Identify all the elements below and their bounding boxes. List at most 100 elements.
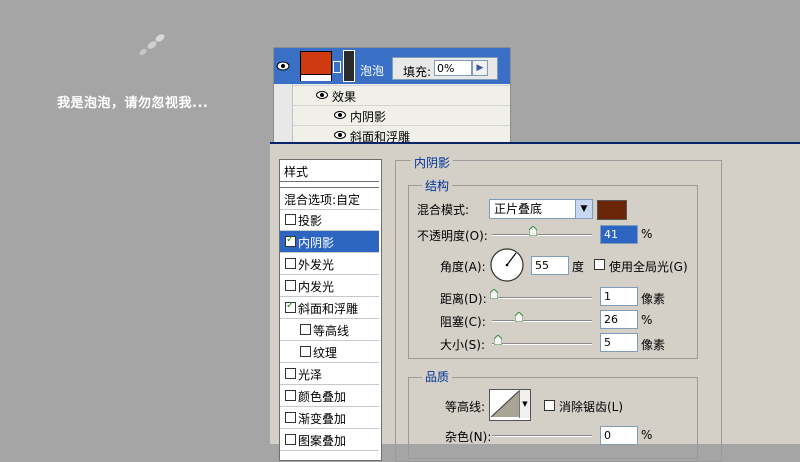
style-item-label: 外发光 <box>298 258 335 272</box>
style-checkbox[interactable] <box>285 368 296 379</box>
style-item[interactable]: 外发光 <box>280 253 379 275</box>
angle-unit: 度 <box>572 260 585 274</box>
antialias-checkbox[interactable] <box>544 400 555 411</box>
distance-slider-thumb[interactable] <box>490 289 498 299</box>
quality-group <box>408 377 698 459</box>
layer-style-dialog: 样式 混合选项:自定 投影 ✓ 内阴影 外发光 内发光 ✓ 斜面和浮雕 等高线 纹理 光泽 颜色叠加… <box>270 142 800 462</box>
style-item-label: 等高线 <box>313 324 350 338</box>
blend-options-item[interactable]: 混合选项:自定 <box>280 187 379 210</box>
style-checkbox[interactable] <box>285 214 296 225</box>
style-item[interactable]: 投影 <box>280 209 379 231</box>
noise-slider[interactable] <box>492 435 592 437</box>
distance-unit: 像素 <box>641 292 666 306</box>
size-slider[interactable] <box>492 343 592 345</box>
style-item-label: 图案叠加 <box>298 434 347 448</box>
effect-label: 内阴影 <box>350 110 387 124</box>
effect-row-inner-shadow[interactable]: 内阴影 <box>293 105 510 125</box>
opacity-label: 不透明度(O): <box>417 229 488 243</box>
opacity-slider-thumb[interactable] <box>529 226 537 236</box>
fill-label: 填充: <box>403 65 432 79</box>
style-item[interactable]: 等高线 <box>280 319 379 341</box>
style-item[interactable]: 纹理 <box>280 341 379 363</box>
choke-label: 阻塞(C): <box>440 315 486 329</box>
size-slider-thumb[interactable] <box>494 335 502 345</box>
noise-label: 杂色(N): <box>445 430 492 444</box>
fill-input[interactable]: 0% <box>434 60 472 76</box>
noise-input[interactable]: 0 <box>600 426 638 445</box>
style-checkbox[interactable] <box>300 346 311 357</box>
styles-list: 样式 混合选项:自定 投影 ✓ 内阴影 外发光 内发光 ✓ 斜面和浮雕 等高线 纹理 光泽 颜色叠加… <box>279 159 382 461</box>
style-checkbox[interactable]: ✓ <box>285 234 296 247</box>
styles-header[interactable]: 样式 <box>280 160 379 182</box>
contour-picker[interactable]: ▼ <box>489 389 531 421</box>
opacity-slider[interactable] <box>492 234 592 236</box>
style-item[interactable]: 图案叠加 <box>280 429 379 451</box>
style-item[interactable]: ✓ 斜面和浮雕 <box>280 297 379 319</box>
caption-text: 我是泡泡，请勿忽视我... <box>57 96 209 111</box>
size-label: 大小(S): <box>440 338 486 352</box>
shadow-color-swatch[interactable] <box>597 200 627 220</box>
opacity-input[interactable]: 41 <box>600 225 638 244</box>
noise-unit: % <box>641 428 653 442</box>
bubble-decoration <box>139 34 165 56</box>
global-light-checkbox[interactable] <box>594 259 605 270</box>
distance-input[interactable]: 1 <box>600 287 638 306</box>
eye-icon[interactable] <box>316 91 328 99</box>
antialias-label: 消除锯齿(L) <box>559 400 624 414</box>
blend-options-label: 混合选项:自定 <box>284 193 361 207</box>
style-item[interactable]: 渐变叠加 <box>280 407 379 429</box>
choke-slider[interactable] <box>492 320 592 322</box>
style-item-label: 内发光 <box>298 280 335 294</box>
distance-label: 距离(D): <box>440 292 487 306</box>
inner-shadow-title: 内阴影 <box>411 154 454 171</box>
opacity-unit: % <box>641 227 653 241</box>
style-item[interactable]: 颜色叠加 <box>280 385 379 407</box>
effects-row[interactable]: 效果 <box>293 85 510 105</box>
style-item-label: 纹理 <box>313 346 338 360</box>
style-item-label: 内阴影 <box>298 236 335 250</box>
style-item[interactable]: 光泽 <box>280 363 379 385</box>
angle-dial[interactable] <box>489 247 525 283</box>
style-checkbox[interactable] <box>285 412 296 423</box>
style-checkbox[interactable] <box>285 390 296 401</box>
eye-icon[interactable] <box>334 131 346 139</box>
style-checkbox[interactable] <box>300 324 311 335</box>
style-item-label: 渐变叠加 <box>298 412 347 426</box>
style-item-label: 投影 <box>298 214 323 228</box>
contour-label: 等高线: <box>445 400 486 414</box>
distance-slider[interactable] <box>492 297 592 299</box>
eye-icon[interactable] <box>276 61 290 71</box>
chevron-down-icon[interactable]: ▼ <box>519 390 530 418</box>
fill-slider-arrow-icon[interactable]: ▶ <box>472 60 488 76</box>
style-checkbox[interactable] <box>285 258 296 269</box>
style-checkbox[interactable]: ✓ <box>285 300 296 313</box>
choke-input[interactable]: 26 <box>600 310 638 329</box>
angle-input[interactable]: 55 <box>531 256 569 275</box>
style-checkbox[interactable] <box>285 434 296 445</box>
style-item-label: 颜色叠加 <box>298 390 347 404</box>
style-item[interactable]: 内发光 <box>280 275 379 297</box>
layer-mask-thumbnail[interactable] <box>343 50 355 82</box>
effects-label: 效果 <box>332 90 357 104</box>
choke-slider-thumb[interactable] <box>515 312 523 322</box>
style-item-label: 光泽 <box>298 368 323 382</box>
layers-panel: 泡泡 填充: 0% ▶ 效果 内阴影 斜面和浮雕 <box>273 47 511 145</box>
blend-mode-select[interactable]: 正片叠底 ▼ <box>489 199 593 219</box>
angle-label: 角度(A): <box>440 260 486 274</box>
size-input[interactable]: 5 <box>600 333 638 352</box>
layer-row[interactable]: 泡泡 填充: 0% ▶ <box>274 48 510 84</box>
layer-name[interactable]: 泡泡 <box>360 62 384 79</box>
chevron-down-icon[interactable]: ▼ <box>575 200 592 218</box>
checkmark-icon: ✓ <box>286 300 295 311</box>
size-unit: 像素 <box>641 338 666 352</box>
contour-preview-icon <box>491 391 519 417</box>
layer-thumbnail-strip <box>301 74 331 81</box>
style-item-label: 斜面和浮雕 <box>298 302 359 316</box>
eye-icon[interactable] <box>334 111 346 119</box>
style-item[interactable]: ✓ 内阴影 <box>280 231 379 253</box>
style-checkbox[interactable] <box>285 280 296 291</box>
global-light-label: 使用全局光(G) <box>609 260 688 274</box>
checkmark-icon: ✓ <box>286 234 295 245</box>
choke-unit: % <box>641 313 653 327</box>
link-icon[interactable] <box>333 61 341 73</box>
